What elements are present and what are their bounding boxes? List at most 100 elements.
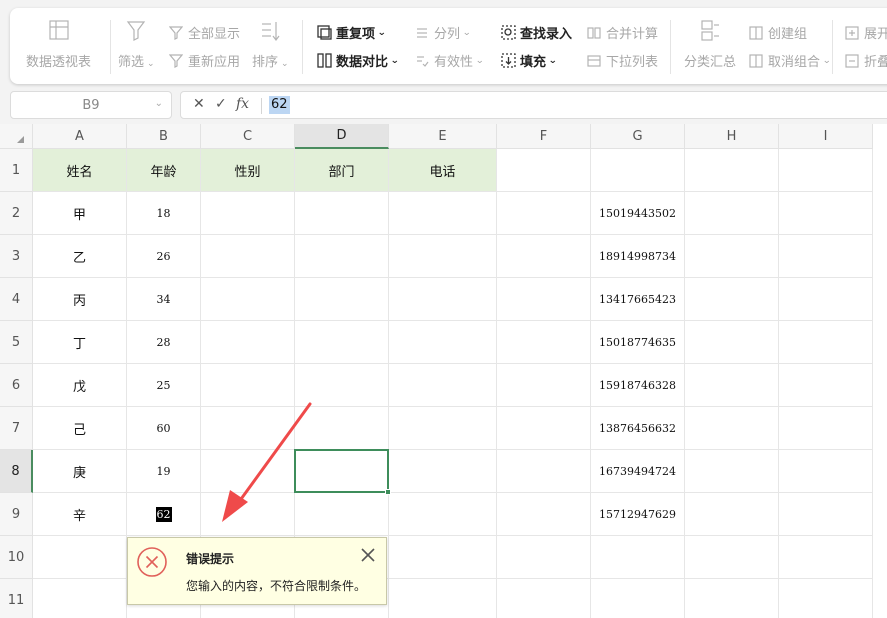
cell-h10[interactable] — [685, 536, 779, 579]
column-header-i[interactable]: I — [779, 124, 873, 149]
data-compare-button[interactable]: 数据对比 ⌄ — [316, 51, 399, 70]
cell-f10[interactable] — [497, 536, 591, 579]
select-all-corner[interactable] — [0, 124, 33, 149]
cell-g9[interactable]: 15712947629 — [591, 493, 685, 536]
name-box[interactable]: B9 ⌄ — [10, 91, 172, 119]
cell-e4[interactable] — [389, 278, 497, 321]
cell-f4[interactable] — [497, 278, 591, 321]
row-header-6[interactable]: 6 — [0, 364, 33, 407]
cell-a4[interactable]: 丙 — [33, 278, 127, 321]
filter-button[interactable]: 筛选 ⌄ — [118, 18, 155, 70]
column-header-e[interactable]: E — [389, 124, 497, 149]
confirm-icon[interactable]: ✓ — [215, 96, 227, 112]
create-group-button[interactable]: 创建组 — [748, 23, 807, 42]
cell-h6[interactable] — [685, 364, 779, 407]
cell-g4[interactable]: 13417665423 — [591, 278, 685, 321]
function-icon[interactable]: fx — [236, 96, 249, 112]
cell-i8[interactable] — [779, 450, 873, 493]
fold-button[interactable]: 折叠 — [844, 51, 887, 70]
cell-b8[interactable]: 19 — [127, 450, 201, 493]
cell-a9[interactable]: 辛 — [33, 493, 127, 536]
cell-a3[interactable]: 乙 — [33, 235, 127, 278]
chevron-down-icon[interactable]: ⌄ — [155, 98, 163, 109]
cell-f2[interactable] — [497, 192, 591, 235]
cell-d3[interactable] — [295, 235, 389, 278]
cell-c4[interactable] — [201, 278, 295, 321]
cell-e2[interactable] — [389, 192, 497, 235]
validity-button[interactable]: 有效性 ⌄ — [414, 51, 484, 70]
cell-d6[interactable] — [295, 364, 389, 407]
fill-button[interactable]: 填充 ⌄ — [500, 51, 557, 70]
cancel-icon[interactable]: ✕ — [193, 96, 205, 112]
cell-e8[interactable] — [389, 450, 497, 493]
row-header-7[interactable]: 7 — [0, 407, 33, 450]
cell-i10[interactable] — [779, 536, 873, 579]
cell-c7[interactable] — [201, 407, 295, 450]
cell-f7[interactable] — [497, 407, 591, 450]
cell-a7[interactable]: 己 — [33, 407, 127, 450]
cell-a10[interactable] — [33, 536, 127, 579]
reapply-button[interactable]: 重新应用 — [168, 51, 240, 70]
cell-e10[interactable] — [389, 536, 497, 579]
split-column-button[interactable]: 分列 ⌄ — [414, 23, 471, 42]
show-all-button[interactable]: 全部显示 — [168, 23, 240, 42]
dropdown-list-button[interactable]: 下拉列表 — [586, 51, 658, 70]
cell-h11[interactable] — [685, 579, 779, 618]
cell-f5[interactable] — [497, 321, 591, 364]
cell-c9[interactable] — [201, 493, 295, 536]
cell-f11[interactable] — [497, 579, 591, 618]
cell-g5[interactable]: 15018774635 — [591, 321, 685, 364]
cell-e5[interactable] — [389, 321, 497, 364]
cell-g6[interactable]: 15918746328 — [591, 364, 685, 407]
column-header-h[interactable]: H — [685, 124, 779, 149]
column-header-d[interactable]: D — [295, 124, 389, 149]
formula-input[interactable]: 62 — [269, 96, 290, 114]
fill-handle[interactable] — [385, 489, 391, 495]
cell-h1[interactable] — [685, 149, 779, 192]
ungroup-button[interactable]: 取消组合 ⌄ — [748, 51, 831, 70]
cell-b4[interactable]: 34 — [127, 278, 201, 321]
row-header-9[interactable]: 9 — [0, 493, 33, 536]
cell-e1[interactable]: 电话 — [389, 149, 497, 192]
cell-a6[interactable]: 戊 — [33, 364, 127, 407]
cell-f1[interactable] — [497, 149, 591, 192]
subtotal-button[interactable]: 分类汇总 — [684, 18, 736, 70]
cell-g3[interactable]: 18914998734 — [591, 235, 685, 278]
cell-f9[interactable] — [497, 493, 591, 536]
cell-e7[interactable] — [389, 407, 497, 450]
cell-b7[interactable]: 60 — [127, 407, 201, 450]
cell-g11[interactable] — [591, 579, 685, 618]
cell-i6[interactable] — [779, 364, 873, 407]
column-header-f[interactable]: F — [497, 124, 591, 149]
cell-a1[interactable]: 姓名 — [33, 149, 127, 192]
cell-d7[interactable] — [295, 407, 389, 450]
pivot-table-button[interactable]: 数据透视表 — [26, 18, 91, 70]
row-header-3[interactable]: 3 — [0, 235, 33, 278]
cell-e9[interactable] — [389, 493, 497, 536]
cell-g8[interactable]: 16739494724 — [591, 450, 685, 493]
cell-e11[interactable] — [389, 579, 497, 618]
cell-i5[interactable] — [779, 321, 873, 364]
column-header-c[interactable]: C — [201, 124, 295, 149]
cell-c2[interactable] — [201, 192, 295, 235]
cell-i7[interactable] — [779, 407, 873, 450]
row-header-5[interactable]: 5 — [0, 321, 33, 364]
cell-i11[interactable] — [779, 579, 873, 618]
cell-b1[interactable]: 年龄 — [127, 149, 201, 192]
cell-h5[interactable] — [685, 321, 779, 364]
cell-c3[interactable] — [201, 235, 295, 278]
cell-c6[interactable] — [201, 364, 295, 407]
cell-h8[interactable] — [685, 450, 779, 493]
cell-a5[interactable]: 丁 — [33, 321, 127, 364]
column-header-b[interactable]: B — [127, 124, 201, 149]
row-header-4[interactable]: 4 — [0, 278, 33, 321]
expand-button[interactable]: 展开 — [844, 23, 887, 42]
find-entry-button[interactable]: 查找录入 — [500, 23, 572, 42]
cell-d9[interactable] — [295, 493, 389, 536]
cell-a8[interactable]: 庚 — [33, 450, 127, 493]
cell-c1[interactable]: 性别 — [201, 149, 295, 192]
cell-d4[interactable] — [295, 278, 389, 321]
cell-a11[interactable] — [33, 579, 127, 618]
cell-b5[interactable]: 28 — [127, 321, 201, 364]
cell-b3[interactable]: 26 — [127, 235, 201, 278]
